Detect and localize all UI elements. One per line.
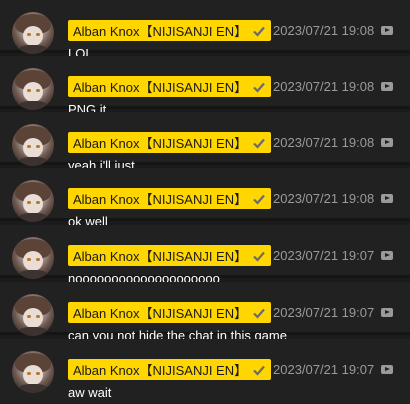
checkmark-icon bbox=[252, 192, 266, 206]
youtube-icon bbox=[381, 138, 393, 147]
youtube-icon bbox=[381, 194, 393, 203]
timestamp: 2023/07/21 19:08 bbox=[273, 23, 375, 38]
author-name: Alban Knox【NIJISANJI EN】 bbox=[73, 24, 248, 39]
timestamp: 2023/07/21 19:08 bbox=[273, 135, 375, 150]
youtube-icon bbox=[381, 251, 393, 260]
author-badge[interactable]: Alban Knox【NIJISANJI EN】 bbox=[68, 245, 272, 266]
chat-message: Alban Knox【NIJISANJI EN】 2023/07/21 19:0… bbox=[0, 56, 410, 117]
avatar[interactable] bbox=[12, 294, 54, 336]
avatar[interactable] bbox=[12, 180, 54, 222]
avatar[interactable] bbox=[12, 237, 54, 279]
youtube-icon bbox=[381, 82, 393, 91]
timestamp: 2023/07/21 19:08 bbox=[273, 191, 375, 206]
checkmark-icon bbox=[252, 136, 266, 150]
avatar[interactable] bbox=[12, 68, 54, 110]
author-badge[interactable]: Alban Knox【NIJISANJI EN】 bbox=[68, 20, 272, 41]
author-badge[interactable]: Alban Knox【NIJISANJI EN】 bbox=[68, 132, 272, 153]
checkmark-icon bbox=[252, 80, 266, 94]
chat-message: Alban Knox【NIJISANJI EN】 2023/07/21 19:0… bbox=[0, 112, 410, 173]
author-name: Alban Knox【NIJISANJI EN】 bbox=[73, 80, 248, 95]
author-badge[interactable]: Alban Knox【NIJISANJI EN】 bbox=[68, 76, 272, 97]
author-name: Alban Knox【NIJISANJI EN】 bbox=[73, 136, 248, 151]
author-name: Alban Knox【NIJISANJI EN】 bbox=[73, 192, 248, 207]
chat-message: Alban Knox【NIJISANJI EN】 2023/07/21 19:0… bbox=[0, 225, 410, 286]
author-name: Alban Knox【NIJISANJI EN】 bbox=[73, 363, 248, 378]
checkmark-icon bbox=[252, 363, 266, 377]
message-text: aw wait bbox=[68, 385, 112, 400]
author-badge[interactable]: Alban Knox【NIJISANJI EN】 bbox=[68, 188, 272, 209]
avatar[interactable] bbox=[12, 124, 54, 166]
checkmark-icon bbox=[252, 249, 266, 263]
author-badge[interactable]: Alban Knox【NIJISANJI EN】 bbox=[68, 302, 272, 323]
timestamp: 2023/07/21 19:07 bbox=[273, 248, 375, 263]
chat-message: Alban Knox【NIJISANJI EN】 2023/07/21 19:0… bbox=[0, 0, 410, 61]
author-badge[interactable]: Alban Knox【NIJISANJI EN】 bbox=[68, 359, 272, 380]
timestamp: 2023/07/21 19:07 bbox=[273, 362, 375, 377]
chat-message: Alban Knox【NIJISANJI EN】 2023/07/21 19:0… bbox=[0, 339, 410, 404]
youtube-icon bbox=[381, 365, 393, 374]
timestamp: 2023/07/21 19:08 bbox=[273, 79, 375, 94]
avatar[interactable] bbox=[12, 351, 54, 393]
avatar[interactable] bbox=[12, 12, 54, 54]
checkmark-icon bbox=[252, 306, 266, 320]
checkmark-icon bbox=[252, 24, 266, 38]
chat-message: Alban Knox【NIJISANJI EN】 2023/07/21 19:0… bbox=[0, 168, 410, 229]
chat-message: Alban Knox【NIJISANJI EN】 2023/07/21 19:0… bbox=[0, 282, 410, 343]
chat-list: Alban Knox【NIJISANJI EN】 2023/07/21 19:0… bbox=[0, 0, 410, 404]
youtube-icon bbox=[381, 26, 393, 35]
youtube-icon bbox=[381, 308, 393, 317]
author-name: Alban Knox【NIJISANJI EN】 bbox=[73, 306, 248, 321]
author-name: Alban Knox【NIJISANJI EN】 bbox=[73, 249, 248, 264]
timestamp: 2023/07/21 19:07 bbox=[273, 305, 375, 320]
